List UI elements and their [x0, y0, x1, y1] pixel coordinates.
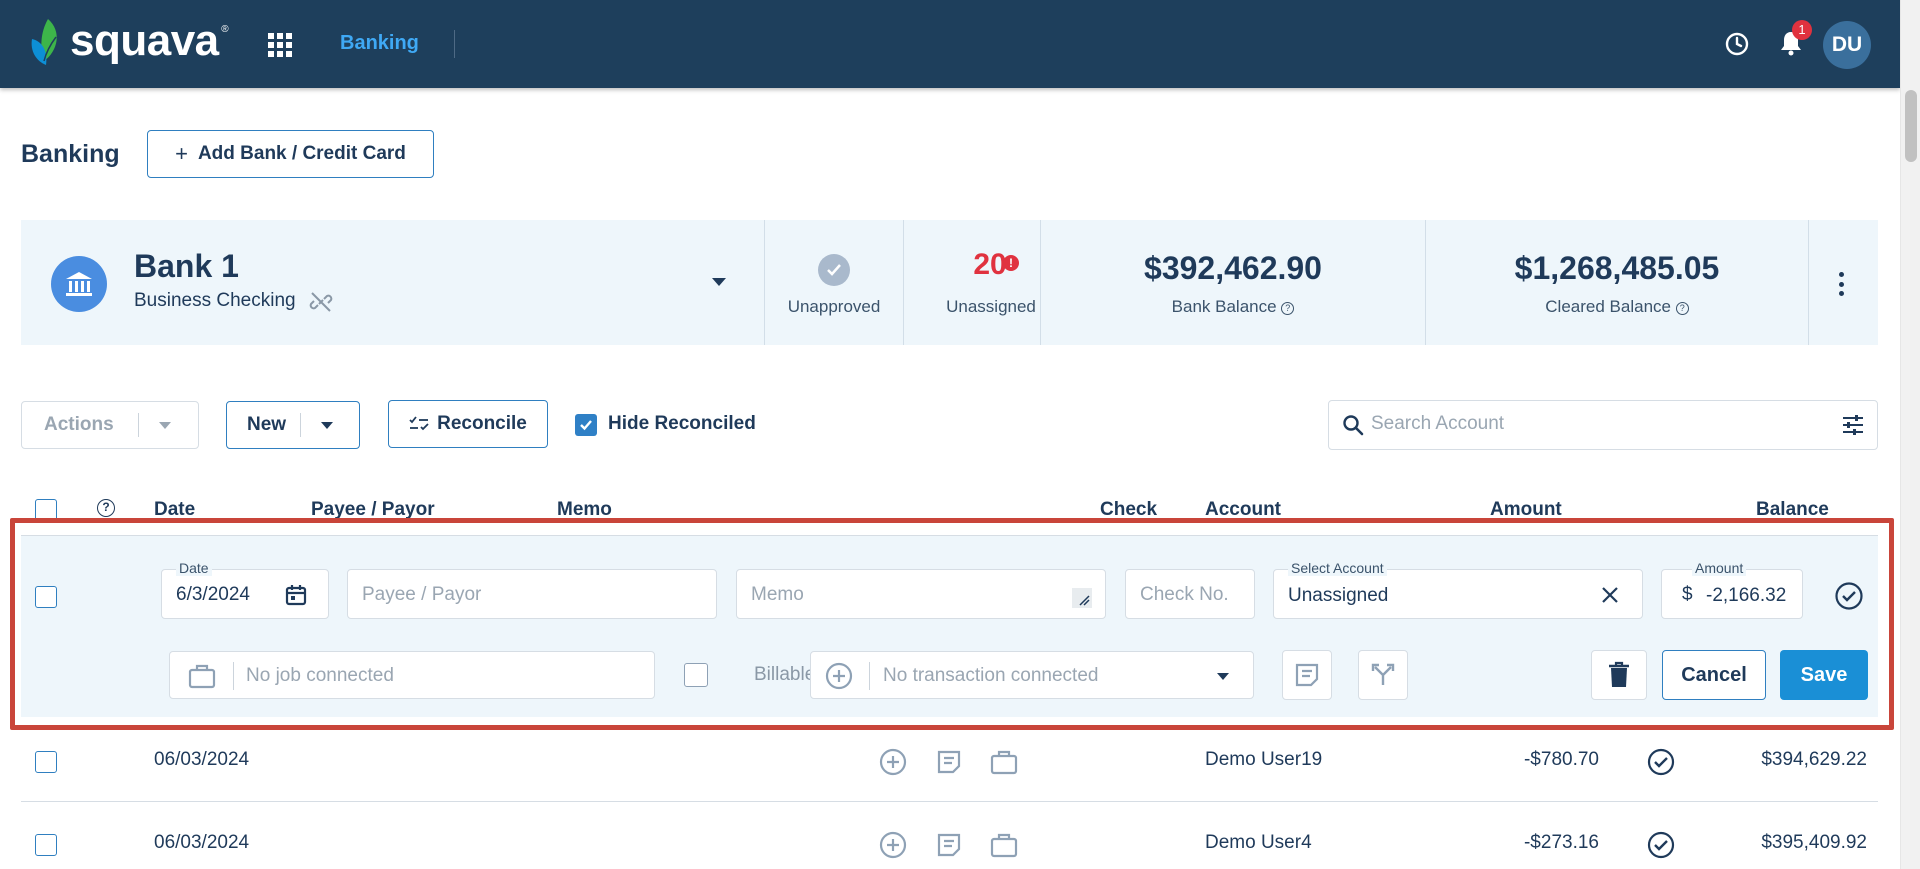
chevron-down-icon[interactable] — [321, 421, 334, 429]
bank-name: Bank 1 — [134, 248, 239, 284]
card-divider — [1808, 220, 1809, 345]
notification-badge: 1 — [1792, 20, 1812, 40]
bank-balance-label: Bank Balance ? — [1041, 297, 1425, 317]
row-account[interactable]: Demo User19 — [1205, 749, 1322, 771]
bank-select-dropdown-icon[interactable] — [712, 278, 726, 286]
search-icon — [1343, 415, 1364, 436]
reconciled-check-icon[interactable] — [1647, 748, 1675, 776]
more-options-icon[interactable] — [1839, 272, 1845, 296]
apps-grid-icon[interactable] — [268, 33, 292, 57]
actions-label: Actions — [44, 414, 114, 435]
edit-row-highlight — [10, 518, 1894, 730]
briefcase-icon[interactable] — [990, 748, 1018, 776]
hide-reconciled-checkbox[interactable] — [575, 414, 597, 436]
help-icon[interactable]: ? — [1281, 302, 1295, 315]
squava-logo[interactable]: squava ® — [28, 14, 229, 72]
actions-button[interactable]: Actions — [21, 401, 199, 449]
bank-building-icon — [51, 256, 107, 312]
reconcile-icon — [409, 416, 429, 431]
new-label: New — [247, 414, 287, 435]
nav-current-app[interactable]: Banking — [340, 32, 419, 55]
chevron-down-icon — [158, 421, 171, 429]
unlinked-icon — [309, 292, 333, 312]
plus-circle-icon[interactable] — [879, 831, 907, 859]
split-divider — [137, 413, 139, 437]
row-amount: -$273.16 — [1523, 832, 1599, 853]
top-nav-bar: squava ® Banking 1 DU — [0, 0, 1900, 88]
briefcase-icon[interactable] — [990, 831, 1018, 859]
table-row[interactable]: 06/03/2024 Demo User19 -$780.70 $394,629… — [21, 720, 1878, 802]
add-bank-button[interactable]: + Add Bank / Credit Card — [147, 130, 434, 178]
page-scrollbar[interactable] — [1900, 0, 1920, 869]
note-icon[interactable] — [935, 748, 963, 776]
card-divider — [903, 220, 904, 345]
cleared-balance-value: $1,268,485.05 — [1514, 250, 1720, 286]
card-divider — [764, 220, 765, 345]
reconcile-button[interactable]: Reconcile — [388, 400, 548, 448]
split-divider — [300, 413, 302, 437]
row-checkbox[interactable] — [35, 751, 57, 773]
search-account-input[interactable] — [1371, 413, 1811, 435]
page-title: Banking — [21, 140, 120, 168]
bank-summary-card: Bank 1 Business Checking Unapproved 20 !… — [21, 220, 1878, 345]
user-avatar[interactable]: DU — [1823, 21, 1871, 69]
alert-icon: ! — [1003, 255, 1019, 271]
row-date: 06/03/2024 — [154, 832, 250, 853]
reconcile-label: Reconcile — [437, 413, 527, 434]
filter-settings-icon[interactable] — [1841, 413, 1865, 437]
row-balance: $395,409.92 — [1761, 832, 1867, 853]
reconciled-check-icon[interactable] — [1647, 831, 1675, 859]
note-icon[interactable] — [935, 831, 963, 859]
table-row[interactable]: 06/03/2024 Demo User4 -$273.16 $395,409.… — [21, 803, 1878, 869]
brand-name: squava — [70, 16, 219, 65]
bank-account-type: Business Checking — [134, 290, 296, 311]
plus-circle-icon[interactable] — [879, 748, 907, 776]
cleared-balance-label: Cleared Balance ? — [1426, 297, 1808, 317]
search-account-box — [1328, 400, 1878, 450]
bank-balance-value: $392,462.90 — [1144, 250, 1322, 286]
help-icon[interactable]: ? — [97, 499, 115, 517]
plus-icon: + — [175, 141, 188, 166]
nav-divider — [454, 30, 455, 58]
row-amount: -$780.70 — [1523, 749, 1599, 770]
unassigned-count[interactable]: 20 — [941, 248, 1039, 282]
row-balance: $394,629.22 — [1761, 749, 1867, 770]
row-checkbox[interactable] — [35, 834, 57, 856]
row-date: 06/03/2024 — [154, 749, 250, 770]
leaf-logo-icon — [31, 19, 57, 65]
hide-reconciled-label[interactable]: Hide Reconciled — [608, 413, 756, 435]
scrollbar-thumb[interactable] — [1905, 90, 1917, 162]
help-icon[interactable]: ? — [1675, 302, 1689, 315]
registered-mark: ® — [221, 24, 229, 35]
add-bank-label: Add Bank / Credit Card — [197, 143, 406, 164]
unapproved-check-icon[interactable] — [818, 254, 850, 286]
clock-icon[interactable] — [1725, 32, 1749, 56]
row-account[interactable]: Demo User4 — [1205, 832, 1312, 854]
unapproved-label: Unapproved — [787, 297, 881, 316]
new-button[interactable]: New — [226, 401, 360, 449]
